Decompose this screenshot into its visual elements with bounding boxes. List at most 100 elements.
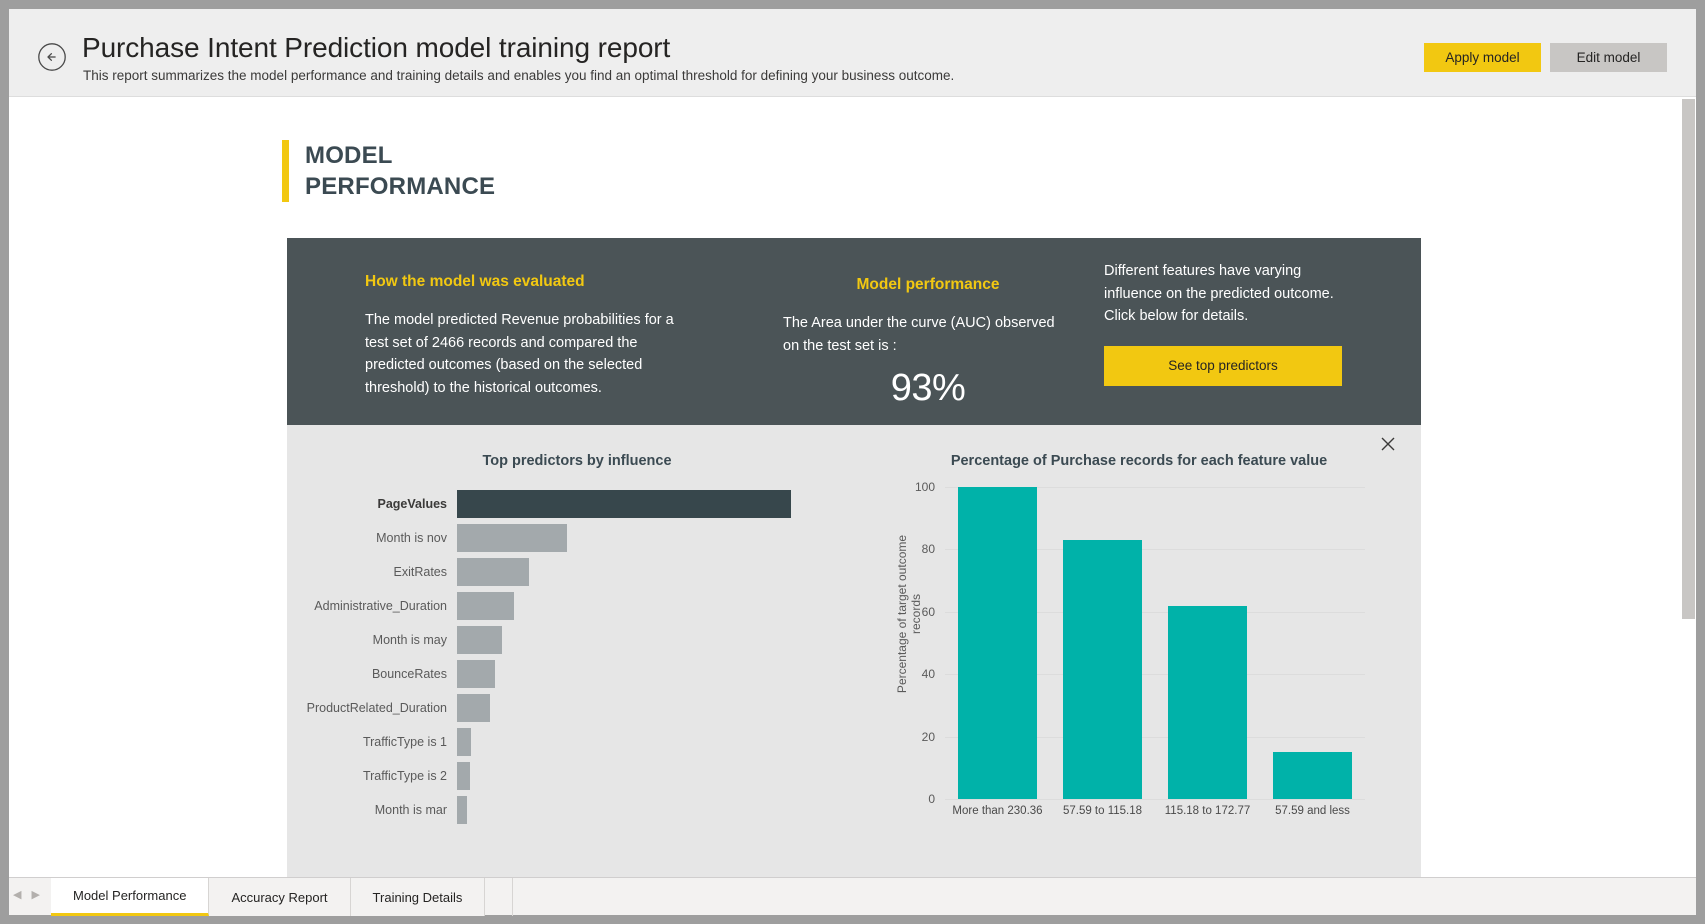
percentage-chart-plot: 100806040200More than 230.3657.59 to 115… [945, 487, 1365, 799]
tab-nav-arrows: ◀ ▶ [13, 888, 40, 901]
predictor-bar[interactable] [457, 694, 490, 722]
x-axis-category-label: 57.59 and less [1275, 805, 1350, 817]
percentage-bar[interactable] [958, 487, 1038, 799]
top-predictors-bars: PageValues Month is nov ExitRates Administr… [287, 487, 867, 827]
y-axis-tick: 80 [922, 542, 935, 556]
see-top-predictors-button[interactable]: See top predictors [1104, 346, 1342, 386]
percentage-bar[interactable] [1273, 752, 1353, 799]
predictor-label: Month is mar [287, 803, 457, 817]
report-canvas: MODEL PERFORMANCE How the model was eval… [9, 97, 1696, 877]
predictor-label: Administrative_Duration [287, 599, 457, 613]
predictor-row[interactable]: Month is may [287, 623, 867, 657]
apply-model-button[interactable]: Apply model [1424, 43, 1541, 72]
top-predictors-chart: Top predictors by influence PageValues Mo… [287, 425, 867, 877]
predictor-bar-track [457, 555, 867, 589]
predictor-row[interactable]: TrafficType is 2 [287, 759, 867, 793]
x-axis-category-label: 115.18 to 172.77 [1165, 805, 1250, 817]
predictor-bar-track [457, 487, 867, 521]
evaluation-title: How the model was evaluated [365, 273, 695, 291]
y-axis-tick: 60 [922, 605, 935, 619]
edit-model-button[interactable]: Edit model [1550, 43, 1667, 72]
y-axis-tick: 0 [928, 792, 935, 806]
predictor-label: ProductRelated_Duration [287, 701, 457, 715]
predictor-bar-track [457, 623, 867, 657]
performance-title: Model performance [783, 276, 1073, 294]
tab-spacer [485, 878, 513, 916]
vertical-scrollbar[interactable] [1681, 97, 1696, 877]
percentage-bar[interactable] [1168, 606, 1248, 799]
predictor-row[interactable]: Month is nov [287, 521, 867, 555]
window-right-border [1696, 0, 1705, 924]
tab-accuracy-report[interactable]: Accuracy Report [209, 878, 350, 916]
page-title: Purchase Intent Prediction model trainin… [82, 32, 670, 64]
predictor-bar[interactable] [457, 490, 791, 518]
predictor-row[interactable]: BounceRates [287, 657, 867, 691]
predictors-body: Different features have varying influenc… [1104, 260, 1359, 328]
predictor-bar[interactable] [457, 626, 502, 654]
predictor-bar[interactable] [457, 524, 567, 552]
predictor-bar[interactable] [457, 762, 470, 790]
predictor-label: PageValues [287, 497, 457, 511]
window-left-border [0, 0, 9, 924]
report-header: Purchase Intent Prediction model trainin… [9, 9, 1696, 97]
auc-value: 93% [783, 367, 1073, 410]
predictor-bar[interactable] [457, 660, 495, 688]
percentage-bar[interactable] [1063, 540, 1143, 799]
predictors-column: Different features have varying influenc… [1104, 238, 1359, 425]
predictor-label: BounceRates [287, 667, 457, 681]
page-subtitle: This report summarizes the model perform… [83, 68, 954, 83]
tab-list: Model PerformanceAccuracy ReportTraining… [51, 878, 513, 916]
predictor-bar-track [457, 521, 867, 555]
predictor-bar-track [457, 725, 867, 759]
vertical-scrollbar-thumb[interactable] [1682, 99, 1695, 619]
model-summary-panel: How the model was evaluated The model pr… [287, 238, 1421, 425]
predictors-detail-panel: Top predictors by influence PageValues Mo… [287, 425, 1421, 877]
predictor-label: Month is nov [287, 531, 457, 545]
predictor-bar[interactable] [457, 592, 514, 620]
evaluation-column: How the model was evaluated The model pr… [365, 238, 695, 425]
predictor-bar-track [457, 691, 867, 725]
percentage-chart: Percentage of Purchase records for each … [867, 425, 1421, 877]
back-arrow-icon[interactable] [37, 42, 67, 72]
predictor-bar-track [457, 793, 867, 827]
predictor-bar-track [457, 589, 867, 623]
predictor-row[interactable]: ProductRelated_Duration [287, 691, 867, 725]
performance-column: Model performance The Area under the cur… [783, 238, 1073, 425]
section-accent-bar [282, 140, 289, 202]
chevron-right-icon[interactable]: ▶ [31, 888, 39, 901]
predictor-row[interactable]: Administrative_Duration [287, 589, 867, 623]
y-axis-tick: 40 [922, 667, 935, 681]
window-bottom-border [0, 915, 1705, 924]
predictor-label: Month is may [287, 633, 457, 647]
predictor-row[interactable]: ExitRates [287, 555, 867, 589]
predictor-label: TrafficType is 2 [287, 769, 457, 783]
predictor-row[interactable]: TrafficType is 1 [287, 725, 867, 759]
predictor-bar[interactable] [457, 728, 471, 756]
performance-body: The Area under the curve (AUC) observed … [783, 312, 1073, 357]
window-top-border [0, 0, 1705, 9]
predictor-row[interactable]: Month is mar [287, 793, 867, 827]
percentage-chart-title: Percentage of Purchase records for each … [877, 453, 1401, 469]
predictor-bar[interactable] [457, 796, 467, 824]
report-window: Purchase Intent Prediction model trainin… [0, 0, 1705, 924]
predictor-label: ExitRates [287, 565, 457, 579]
predictor-bar-track [457, 657, 867, 691]
chevron-left-icon[interactable]: ◀ [13, 888, 21, 901]
gridline [945, 799, 1365, 800]
page-tabbar: ◀ ▶ Model PerformanceAccuracy ReportTrai… [9, 877, 1696, 915]
predictor-label: TrafficType is 1 [287, 735, 457, 749]
top-predictors-chart-title: Top predictors by influence [287, 453, 867, 469]
predictor-row[interactable]: PageValues [287, 487, 867, 521]
x-axis-category-label: 57.59 to 115.18 [1063, 805, 1142, 817]
percentage-chart-ylabel: Percentage of target outcome records [895, 514, 923, 714]
y-axis-tick: 20 [922, 730, 935, 744]
x-axis-category-label: More than 230.36 [952, 805, 1042, 817]
predictor-bar-track [457, 759, 867, 793]
section-heading: MODEL PERFORMANCE [282, 140, 495, 202]
evaluation-body: The model predicted Revenue probabilitie… [365, 309, 695, 399]
section-heading-label: MODEL PERFORMANCE [305, 140, 495, 202]
tab-training-details[interactable]: Training Details [351, 878, 486, 916]
y-axis-tick: 100 [915, 480, 935, 494]
tab-model-performance[interactable]: Model Performance [51, 878, 209, 916]
predictor-bar[interactable] [457, 558, 529, 586]
